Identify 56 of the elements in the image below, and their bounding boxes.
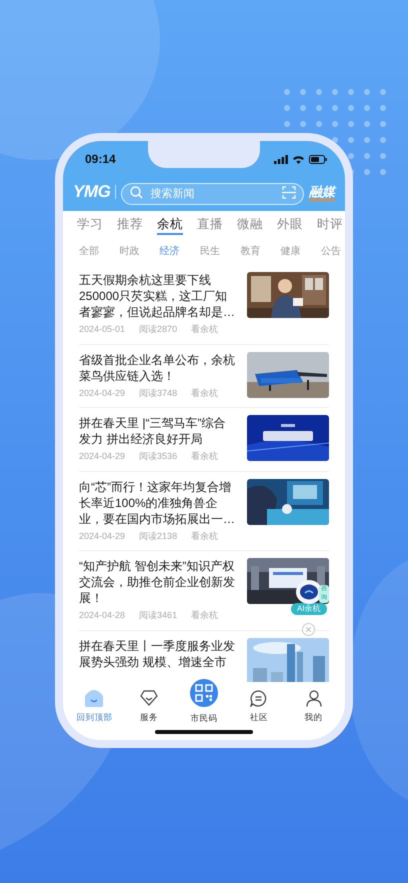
subcategory-tab[interactable]: 经济: [160, 244, 180, 258]
nav-tab[interactable]: 我的: [288, 688, 339, 724]
assistant-badge[interactable]: AI余杭: [291, 603, 327, 615]
nav-tab[interactable]: 回到顶部: [69, 688, 120, 724]
article-title[interactable]: 向“芯”而行！这家年均复合增长率近100%的准独角兽企业，要在国内市场拓展出一…: [79, 478, 237, 526]
subcategory-tab[interactable]: 全部: [79, 244, 99, 258]
article-source: 看余杭: [191, 609, 218, 622]
category-tab[interactable]: 推荐: [117, 215, 143, 235]
article-date: 2024-04-29: [79, 386, 126, 400]
article-title[interactable]: 五天假期余杭这里要下线250000只芡实糕，这工厂知者寥寥，但说起品牌名却是…: [79, 272, 237, 320]
chat-icon: [250, 690, 268, 706]
category-tab[interactable]: 时评: [317, 215, 343, 235]
face-icon: [83, 688, 106, 708]
read-count: 阅读2870: [139, 323, 178, 336]
article-source: 看余杭: [191, 530, 218, 542]
category-tab[interactable]: 微融: [237, 215, 263, 235]
subcategory-tab[interactable]: 教育: [240, 244, 260, 258]
app-logo: YMG: [73, 181, 110, 204]
subcategory-tab[interactable]: 时政: [119, 244, 140, 258]
article-date: 2024-04-28: [79, 609, 126, 622]
scan-icon[interactable]: [282, 186, 296, 198]
search-field[interactable]: 搜索新闻: [121, 183, 304, 205]
wifi-icon: [292, 154, 305, 164]
read-count: 阅读3461: [139, 609, 178, 622]
brand-logo: 融媒: [309, 184, 335, 200]
status-time: 09:14: [85, 151, 116, 168]
user-icon: [306, 690, 322, 706]
read-count: 阅读2138: [139, 530, 178, 542]
nav-tab[interactable]: 服务: [124, 688, 174, 724]
search-icon: [130, 186, 144, 198]
category-tab[interactable]: 直播: [197, 215, 223, 235]
qr-code-icon: [194, 684, 213, 702]
article-title[interactable]: 拼在春天里 |“三驾马车”综合发力 拼出经济良好开局: [79, 415, 237, 447]
signal-icon: [274, 154, 288, 164]
article-source: 看余杭: [191, 450, 218, 463]
close-icon[interactable]: [302, 623, 316, 636]
subcategory-tab[interactable]: 公告: [320, 244, 341, 258]
nav-tab[interactable]: 社区: [234, 688, 284, 724]
battery-icon: [309, 154, 327, 164]
read-count: 阅读3748: [139, 386, 178, 400]
article-date: 2024-05-01: [79, 323, 126, 336]
subcategory-tab[interactable]: 民生: [200, 244, 220, 258]
nav-tab[interactable]: 市民码: [178, 676, 229, 725]
category-tab[interactable]: 余杭: [157, 215, 183, 235]
article-date: 2024-04-29: [79, 450, 126, 463]
subcategory-tab[interactable]: 健康: [280, 244, 301, 258]
article-source: 看余杭: [191, 386, 218, 400]
category-tab[interactable]: 学习: [77, 215, 103, 235]
article-date: 2024-04-29: [79, 530, 126, 542]
article-title[interactable]: “知产护航 智创未来”知识产权交流会，助推仓前企业创新发展！: [79, 558, 237, 606]
article-title[interactable]: 拼在春天里丨一季度服务业发展势头强劲 规模、增速全市: [79, 638, 237, 670]
read-count: 阅读3536: [139, 450, 178, 463]
diamond-icon: [140, 690, 158, 706]
article-source: 看余杭: [191, 323, 218, 336]
category-tab[interactable]: 外眼: [277, 215, 303, 235]
article-title[interactable]: 省级首批企业名单公布，余杭菜鸟供应链入选！: [79, 352, 237, 384]
